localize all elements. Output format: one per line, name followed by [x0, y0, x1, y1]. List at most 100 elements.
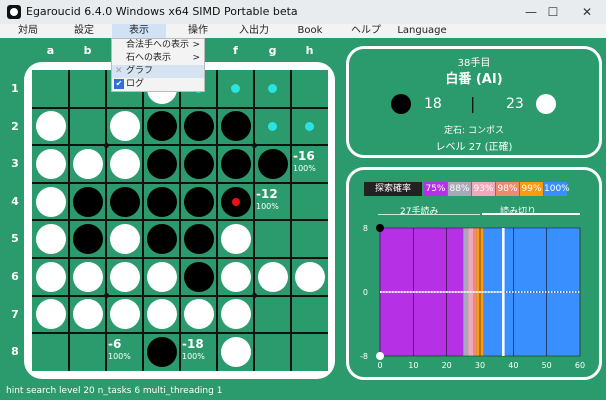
white-endpoint-marker [376, 352, 384, 360]
white-disc [35, 111, 66, 142]
legend-item: 100% [544, 182, 570, 196]
grid-line-vertical [216, 70, 218, 371]
menu-item-legal-move-display[interactable]: 合法手への表示 > [112, 39, 204, 52]
black-disc [72, 186, 103, 217]
row-label: 2 [11, 119, 19, 133]
menu-view[interactable]: 表示 [112, 24, 166, 38]
x-tick-label: 10 [408, 361, 418, 370]
readahead-label: 27手読み [400, 207, 439, 217]
menu-book[interactable]: Book [292, 24, 328, 38]
menu-item-label: ログ [126, 79, 145, 89]
white-disc [109, 224, 140, 255]
maximize-button[interactable]: ☐ [538, 2, 568, 22]
move-eval-value: -18 [182, 337, 204, 352]
black-disc [146, 186, 177, 217]
opening-name: 定石: コンポス [444, 126, 504, 136]
white-disc [146, 261, 177, 292]
row-label: 7 [11, 307, 19, 321]
star-point [103, 293, 109, 299]
white-disc [109, 299, 140, 330]
white-disc [109, 149, 140, 179]
x-tick-label: 0 [377, 361, 382, 370]
menu-io[interactable]: 入出力 [234, 24, 274, 38]
black-disc [146, 224, 177, 255]
move-eval-percent: 100% [108, 352, 131, 362]
black-disc [257, 149, 288, 179]
grid-line-vertical [290, 70, 292, 371]
move-eval-value: -6 [108, 337, 122, 352]
grid-line-horizontal [32, 332, 328, 335]
white-disc [72, 261, 103, 292]
score-separator: | [470, 94, 476, 113]
view-dropdown-menu: 合法手への表示 > 石への表示 > ✕ グラフ ✔ ログ [111, 38, 205, 92]
white-count: 23 [506, 96, 524, 112]
white-disc [109, 261, 140, 292]
last-move-marker [231, 197, 240, 206]
menu-item-disc-display[interactable]: 石への表示 > [112, 52, 204, 65]
white-disc [35, 149, 66, 179]
column-label: b [83, 44, 92, 57]
close-button[interactable]: ✕ [572, 2, 602, 22]
column-label: g [268, 44, 277, 57]
white-disc [294, 261, 325, 292]
menu-help[interactable]: ヘルプ [346, 24, 386, 38]
x-tick-label: 60 [575, 361, 585, 370]
evaluation-graph: 8 0 -8 0 10 20 30 40 50 60 [360, 224, 585, 370]
white-disc [109, 111, 140, 142]
endgame-label: 読み切り [500, 207, 537, 217]
menu-item-log[interactable]: ✔ ログ [112, 78, 204, 91]
grid-line-horizontal [32, 219, 328, 222]
white-disc [35, 186, 66, 217]
unchecked-icon: ✕ [115, 66, 123, 76]
move-eval-percent: 100% [256, 201, 279, 211]
black-disc [146, 149, 177, 179]
legend-item: 75% [424, 182, 447, 196]
column-label: a [46, 44, 55, 57]
column-label: h [305, 44, 314, 57]
black-disc [183, 224, 214, 255]
white-disc [220, 337, 251, 367]
menu-settings[interactable]: 設定 [66, 24, 102, 38]
white-disc [257, 261, 288, 292]
white-disc [72, 149, 103, 179]
white-disc [220, 224, 251, 255]
y-tick-label: 8 [363, 224, 368, 233]
black-disc [183, 261, 214, 292]
menu-item-label: 合法手への表示 [126, 40, 190, 50]
move-number: 38手目 [457, 58, 491, 69]
white-disc [35, 261, 66, 292]
grid-line-horizontal [32, 257, 328, 259]
black-disc [109, 186, 140, 217]
black-count: 18 [424, 96, 442, 112]
endgame-bar [482, 213, 580, 215]
y-tick-label: 0 [363, 288, 368, 297]
x-tick-label: 40 [508, 361, 518, 370]
legend-title: 探索確率 [364, 182, 422, 196]
star-point [251, 293, 257, 299]
checkbox-checked-icon: ✔ [114, 79, 124, 89]
black-disc [183, 186, 214, 217]
white-disc [220, 261, 251, 292]
white-disc [183, 299, 214, 330]
menu-item-graph[interactable]: ✕ グラフ [112, 65, 204, 78]
grid-line-vertical [253, 70, 255, 371]
black-disc [183, 149, 214, 179]
window-title: Egaroucid 6.4.0 Windows x64 SIMD Portabl… [26, 5, 298, 18]
black-endpoint-marker [376, 224, 384, 232]
black-disc [146, 111, 177, 142]
row-label: 5 [11, 232, 19, 246]
black-disc [220, 149, 251, 179]
menu-item-label: 石への表示 [126, 53, 172, 63]
menu-language[interactable]: Language [396, 24, 448, 38]
row-label: 1 [11, 82, 19, 95]
white-disc [35, 224, 66, 255]
row-label: 4 [11, 194, 19, 208]
black-disc-icon [391, 94, 411, 114]
white-disc [72, 299, 103, 330]
star-point [103, 142, 109, 148]
menu-operation[interactable]: 操作 [180, 24, 216, 38]
menu-game[interactable]: 対局 [10, 24, 46, 38]
move-eval-value: -12 [256, 186, 278, 201]
x-tick-label: 50 [542, 361, 552, 370]
grid-line-horizontal [32, 294, 328, 297]
